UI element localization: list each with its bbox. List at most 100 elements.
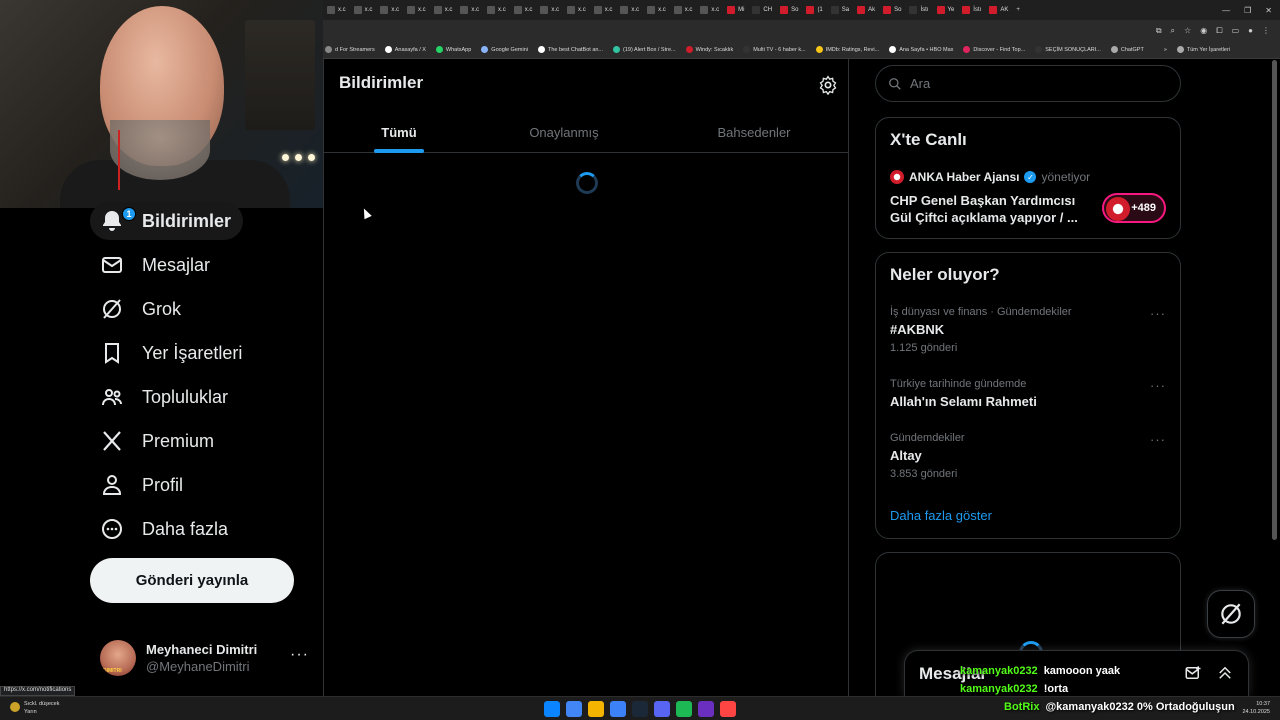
taskbar-app-icon[interactable]: [720, 701, 736, 717]
nav-item-more[interactable]: Daha fazla: [90, 510, 240, 548]
star-bookmark-icon[interactable]: ☆: [1184, 26, 1191, 35]
bookmark-item[interactable]: Ana Sayfa • HBO Max: [889, 46, 953, 53]
live-host[interactable]: ANKA Haber Ajansı ✓ yönetiyor: [890, 170, 1090, 184]
search-input[interactable]: Ara: [875, 65, 1181, 102]
webcam-background-shelf: [245, 20, 315, 130]
nav-item-grok[interactable]: Grok: [90, 290, 193, 328]
browser-tab[interactable]: İstı: [905, 0, 932, 20]
puzzle-icon[interactable]: ⧠: [1216, 26, 1222, 36]
taskbar-app-icon[interactable]: [588, 701, 604, 717]
bookmark-item[interactable]: Google Gemini: [481, 46, 528, 53]
taskbar-app-icon[interactable]: [610, 701, 626, 717]
zoom-icon[interactable]: ⌕: [1171, 26, 1175, 36]
browser-tab[interactable]: (1: [802, 0, 826, 20]
browser-tab[interactable]: x.c: [483, 0, 510, 20]
bookmark-item[interactable]: Discover - Find Top...: [963, 46, 1025, 53]
minimize-icon[interactable]: —: [1222, 6, 1230, 15]
profile-icon[interactable]: ●: [1248, 26, 1253, 35]
system-clock[interactable]: 10:37 24.10.2025: [1242, 700, 1270, 716]
browser-tab[interactable]: x.c: [616, 0, 643, 20]
bookmark-item[interactable]: Anasayfa / X: [384, 46, 426, 53]
trend-name: Allah'ın Selamı Rahmeti: [890, 394, 1037, 409]
new-message-icon[interactable]: [1184, 664, 1202, 682]
browser-tab[interactable]: x.c: [536, 0, 563, 20]
new-tab-button[interactable]: +: [1012, 0, 1034, 20]
browser-tab[interactable]: x.c: [323, 0, 350, 20]
trend-more-icon[interactable]: ···: [1150, 378, 1166, 393]
nav-item-premium[interactable]: Premium: [90, 422, 226, 460]
browser-tab[interactable]: x.c: [696, 0, 723, 20]
browser-tab[interactable]: x.c: [563, 0, 590, 20]
maximize-icon[interactable]: ❐: [1244, 6, 1251, 15]
taskbar-app-icon[interactable]: [654, 701, 670, 717]
bookmark-item[interactable]: Tüm Yer İşaretleri: [1176, 46, 1230, 53]
tab-all[interactable]: Tümü: [374, 111, 424, 153]
grok-floating-button[interactable]: [1207, 590, 1255, 638]
browser-tab[interactable]: x.c: [350, 0, 377, 20]
bookmark-item[interactable]: WhatsApp: [435, 46, 471, 53]
tab-mentions[interactable]: Bahsedenler: [709, 111, 799, 153]
browser-tab[interactable]: x.c: [430, 0, 457, 20]
bookmark-item[interactable]: The best ChatBot an...: [537, 46, 603, 53]
nav-item-profile[interactable]: Profil: [90, 466, 195, 504]
install-app-icon[interactable]: ⧉: [1156, 26, 1162, 36]
extension-icon[interactable]: ◉: [1200, 26, 1207, 35]
browser-tab[interactable]: x.c: [403, 0, 430, 20]
weather-widget[interactable]: Sıckl. düşecek Yarın: [10, 700, 59, 716]
browser-tab[interactable]: x.c: [590, 0, 617, 20]
bookmark-item[interactable]: Multi TV - 6 haber k...: [743, 46, 806, 53]
nav-item-bookmarks[interactable]: Yer İşaretleri: [90, 334, 254, 372]
bookmark-item[interactable]: IMDb: Ratings, Revi...: [815, 46, 879, 53]
bookmark-item[interactable]: (19) Alert Box / Stre...: [613, 46, 676, 53]
gear-icon[interactable]: [818, 75, 838, 95]
chat-message: !orta: [1043, 683, 1069, 695]
taskbar-app-icon[interactable]: [566, 701, 582, 717]
taskbar-app-icon[interactable]: [698, 701, 714, 717]
live-broadcast-title[interactable]: CHP Genel Başkan Yardımcısı Gül Çiftci a…: [890, 192, 1090, 226]
taskbar-app-icon[interactable]: [676, 701, 692, 717]
taskbar-app-icon[interactable]: [544, 701, 560, 717]
browser-tab[interactable]: AK: [985, 0, 1012, 20]
bookmark-item[interactable]: SEÇİM SONUÇLARI...: [1035, 46, 1101, 53]
browser-tab[interactable]: x.c: [643, 0, 670, 20]
nav-item-messages[interactable]: Mesajlar: [90, 246, 222, 284]
post-button[interactable]: Gönderi yayınla: [90, 558, 294, 603]
live-listeners-pill[interactable]: +489: [1102, 193, 1166, 223]
browser-tab[interactable]: CH: [748, 0, 776, 20]
menu-icon[interactable]: ⋮: [1262, 26, 1270, 35]
browser-tab[interactable]: Mi: [723, 0, 748, 20]
browser-tab[interactable]: So: [776, 0, 802, 20]
browser-tab[interactable]: x.c: [670, 0, 697, 20]
account-more-icon[interactable]: ···: [290, 646, 309, 664]
page-scrollbar[interactable]: [1272, 60, 1277, 540]
bookmark-item[interactable]: Windy: Sıcaklık: [685, 46, 733, 53]
nav-label-profile: Profil: [142, 474, 184, 495]
browser-tab-label: x.c: [498, 7, 506, 13]
trend-item[interactable]: İş dünyası ve finans · Gündemdekiler #AK…: [890, 306, 1166, 354]
browser-tab[interactable]: x.c: [510, 0, 537, 20]
bookmark-item[interactable]: ChatGPT: [1110, 46, 1144, 53]
account-switcher[interactable]: Meyhaneci Dimitri @MeyhaneDimitri: [100, 638, 310, 678]
trend-item[interactable]: Türkiye tarihinde gündemde Allah'ın Sela…: [890, 378, 1166, 409]
bookmark-item[interactable]: »: [1153, 46, 1167, 53]
browser-tab[interactable]: İstı: [958, 0, 985, 20]
sidebar-icon[interactable]: ▭: [1232, 26, 1240, 35]
browser-tab[interactable]: x.c: [376, 0, 403, 20]
tab-verified[interactable]: Onaylanmış: [519, 111, 609, 153]
nav-item-notifications[interactable]: 1 Bildirimler: [90, 202, 244, 240]
browser-tab[interactable]: x.c: [456, 0, 483, 20]
bookmark-item[interactable]: d For Streamers: [325, 46, 375, 53]
trend-item[interactable]: Gündemdekiler Altay 3.853 gönderi ···: [890, 432, 1166, 480]
nav-item-communities[interactable]: Topluluklar: [90, 378, 240, 416]
browser-tab[interactable]: So: [879, 0, 905, 20]
browser-tab[interactable]: Sa: [827, 0, 853, 20]
taskbar-app-icon[interactable]: [632, 701, 648, 717]
browser-tab[interactable]: Ye: [933, 0, 959, 20]
chevron-up-icon[interactable]: [1216, 664, 1234, 682]
trend-more-icon[interactable]: ···: [1150, 306, 1166, 321]
close-window-icon[interactable]: ✕: [1265, 6, 1272, 15]
bookmark-favicon-icon: [1176, 46, 1184, 53]
trend-more-icon[interactable]: ···: [1150, 432, 1166, 447]
browser-tab[interactable]: Ak: [853, 0, 879, 20]
show-more-link[interactable]: Daha fazla göster: [890, 508, 992, 523]
